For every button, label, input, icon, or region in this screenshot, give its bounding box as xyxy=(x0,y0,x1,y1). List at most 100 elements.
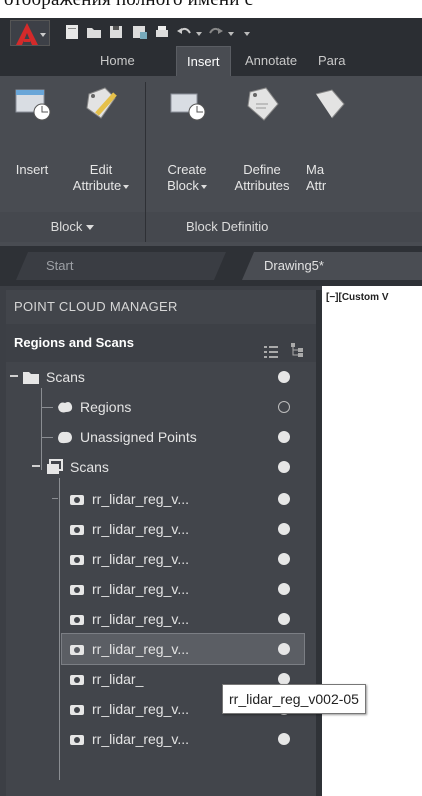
edit-attribute-icon xyxy=(81,84,121,124)
attribute-label: Attribute xyxy=(72,178,122,193)
block-group-button[interactable]: Block xyxy=(0,212,145,242)
tab-insert[interactable]: Insert xyxy=(176,46,231,76)
block-definition-group[interactable]: Block Definitio xyxy=(146,212,422,242)
tree-item-unassigned-points[interactable]: Unassigned Points xyxy=(6,422,316,452)
file-tabs: Start Drawing5* xyxy=(0,246,422,286)
tree-item-label: rr_lidar_reg_v... xyxy=(92,641,190,657)
manage-attributes-button[interactable]: Ma Attr xyxy=(306,84,346,194)
tree-item-label: rr_lidar_reg_v... xyxy=(92,491,190,507)
autocad-logo-icon xyxy=(16,23,38,45)
tree-item-label: rr_lidar_reg_v... xyxy=(92,581,190,597)
scan-tree: Scans Regions Unassigned Points Scans rr… xyxy=(6,362,316,796)
plot-icon[interactable] xyxy=(154,24,170,40)
camera-icon xyxy=(70,735,84,745)
camera-icon xyxy=(70,645,84,655)
list-view-icon[interactable] xyxy=(264,336,278,358)
tree-item-label: rr_lidar_ xyxy=(92,671,144,687)
tree-item-scans[interactable]: Scans xyxy=(6,452,316,482)
tree-item-label: rr_lidar_reg_v... xyxy=(92,551,190,567)
point-cloud-icon xyxy=(58,431,72,444)
visibility-dot[interactable] xyxy=(278,733,290,745)
drawing-viewport[interactable]: [−][Custom V xyxy=(322,286,422,796)
define-label: Define xyxy=(243,162,281,177)
tree-item-scans-root[interactable]: Scans xyxy=(6,362,316,392)
tree-item-scan-selected[interactable]: rr_lidar_reg_v... xyxy=(61,633,305,665)
create-block-button[interactable]: Create Block xyxy=(154,84,220,194)
visibility-dot[interactable] xyxy=(278,613,290,625)
edit-attribute-button[interactable]: Edit Attribute xyxy=(62,84,140,194)
tree-item-scan[interactable]: rr_lidar_reg_v... xyxy=(6,604,316,634)
visibility-dot[interactable] xyxy=(278,493,290,505)
manage-label: Ma xyxy=(306,162,325,177)
save-as-icon[interactable] xyxy=(132,24,148,40)
insert-block-button[interactable]: Insert xyxy=(2,84,62,178)
tree-item-scan[interactable]: rr_lidar_reg_v... xyxy=(6,544,316,574)
define-attributes-button[interactable]: Define Attributes xyxy=(222,84,302,194)
tree-item-label: Scans xyxy=(46,369,85,385)
viewport-controls-label[interactable]: [−][Custom V xyxy=(326,292,389,303)
undo-icon[interactable] xyxy=(176,24,192,40)
tab-start[interactable]: Start xyxy=(16,252,226,280)
undo-dropdown-icon[interactable] xyxy=(196,32,202,36)
customize-toolbar-icon[interactable] xyxy=(244,32,250,36)
block-group-label: Block xyxy=(50,219,83,234)
attributes-label: Attributes xyxy=(234,178,290,193)
ribbon-panel: Insert Edit Attribute Create Block Defin… xyxy=(0,76,422,246)
regions-and-scans-label: Regions and Scans xyxy=(14,335,134,350)
tab-parametric[interactable]: Para xyxy=(318,46,345,76)
visibility-dot[interactable] xyxy=(278,583,290,595)
redo-dropdown-icon[interactable] xyxy=(228,32,234,36)
save-icon[interactable] xyxy=(108,24,124,40)
tree-item-label: rr_lidar_reg_v... xyxy=(92,611,190,627)
block-label: Block xyxy=(167,178,199,193)
tree-item-label: Scans xyxy=(70,459,109,475)
new-file-icon[interactable] xyxy=(64,24,80,40)
tree-item-regions[interactable]: Regions xyxy=(6,392,316,422)
redo-icon[interactable] xyxy=(208,24,224,40)
tree-item-label: Regions xyxy=(80,399,132,415)
tree-item-scan[interactable]: rr_lidar_reg_v... xyxy=(6,514,316,544)
define-attributes-icon xyxy=(242,84,282,124)
camera-icon xyxy=(70,615,84,625)
visibility-dot[interactable] xyxy=(278,643,290,655)
folder-icon xyxy=(23,372,39,384)
application-menu-button[interactable] xyxy=(10,20,50,46)
tab-annotate[interactable]: Annotate xyxy=(245,46,297,76)
tooltip: rr_lidar_reg_v002-05 xyxy=(222,684,366,714)
visibility-dot[interactable] xyxy=(278,431,290,443)
chevron-down-icon xyxy=(200,184,207,189)
chevron-down-icon xyxy=(86,225,95,231)
collapse-icon[interactable] xyxy=(32,465,40,467)
open-folder-icon[interactable] xyxy=(86,24,102,40)
collapse-icon[interactable] xyxy=(10,375,18,377)
caption-text: отображения полного имени с xyxy=(4,0,253,10)
chevron-down-icon xyxy=(40,33,46,37)
visibility-dot[interactable] xyxy=(278,461,290,473)
tree-item-label: rr_lidar_reg_v... xyxy=(92,731,190,747)
insert-block-icon xyxy=(12,84,52,124)
create-label: Create xyxy=(167,162,207,177)
tab-home[interactable]: Home xyxy=(100,46,135,76)
tree-item-label: Unassigned Points xyxy=(80,429,197,445)
camera-icon xyxy=(70,585,84,595)
visibility-dot[interactable] xyxy=(278,553,290,565)
tree-item-label: rr_lidar_reg_v... xyxy=(92,701,190,717)
attr-label: Attr xyxy=(306,178,327,193)
tree-item-scan[interactable]: rr_lidar_reg_v... xyxy=(6,724,316,754)
camera-icon xyxy=(70,495,84,505)
regions-icon xyxy=(58,402,73,413)
tab-drawing5[interactable]: Drawing5* xyxy=(242,252,422,280)
scans-group-icon xyxy=(47,459,63,474)
caption-strip: отображения полного имени с xyxy=(0,0,422,18)
visibility-dot[interactable] xyxy=(278,371,290,383)
tree-item-scan[interactable]: rr_lidar_reg_v... xyxy=(6,574,316,604)
visibility-dot[interactable] xyxy=(278,523,290,535)
tree-item-scan[interactable]: rr_lidar_reg_v... xyxy=(6,484,316,514)
quick-access-toolbar xyxy=(0,18,422,46)
visibility-dot[interactable] xyxy=(278,401,290,413)
chevron-down-icon xyxy=(123,184,130,189)
edit-label: Edit xyxy=(89,162,113,177)
palette-title: POINT CLOUD MANAGER xyxy=(14,299,178,314)
tree-item-label: rr_lidar_reg_v... xyxy=(92,521,190,537)
tree-view-icon[interactable] xyxy=(290,335,306,357)
